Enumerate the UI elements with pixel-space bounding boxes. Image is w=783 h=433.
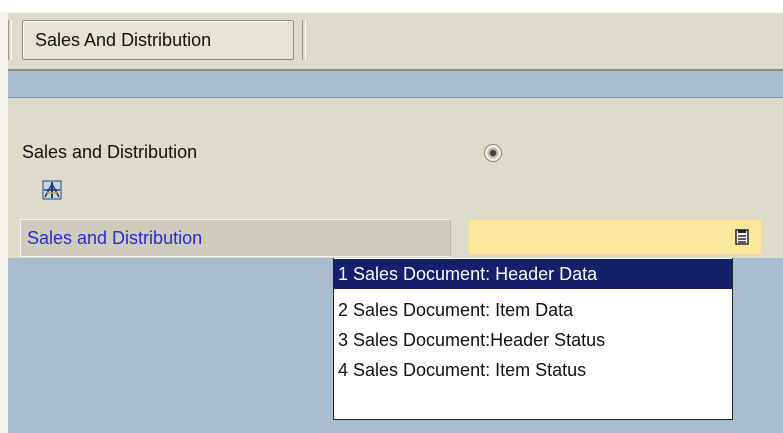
value-help-icon[interactable] <box>735 229 749 245</box>
title-band <box>8 71 783 98</box>
dropdown-item[interactable]: 3 Sales Document:Header Status <box>334 325 732 355</box>
field-label: Sales and Distribution <box>27 228 203 248</box>
section-label: Sales and Distribution <box>22 142 198 162</box>
selection-input[interactable] <box>468 219 762 255</box>
sales-tree-icon <box>42 180 62 200</box>
dropdown-item[interactable]: 4 Sales Document: Item Status <box>334 355 732 385</box>
dropdown-item[interactable]: 2 Sales Document: Item Data <box>334 295 732 325</box>
field-label-cell: Sales and Distribution <box>20 219 451 257</box>
radio-button[interactable] <box>484 144 502 162</box>
toolbar-separator <box>302 20 306 60</box>
dropdown-list: 1 Sales Document: Header Data 2 Sales Do… <box>333 258 733 420</box>
sap-screen: Sales And Distribution Sales and Distrib… <box>0 0 783 433</box>
left-border <box>0 12 8 433</box>
sales-and-distribution-button[interactable]: Sales And Distribution <box>22 20 294 60</box>
dropdown-item[interactable]: 1 Sales Document: Header Data <box>334 259 732 289</box>
toolbar-separator <box>8 20 12 60</box>
